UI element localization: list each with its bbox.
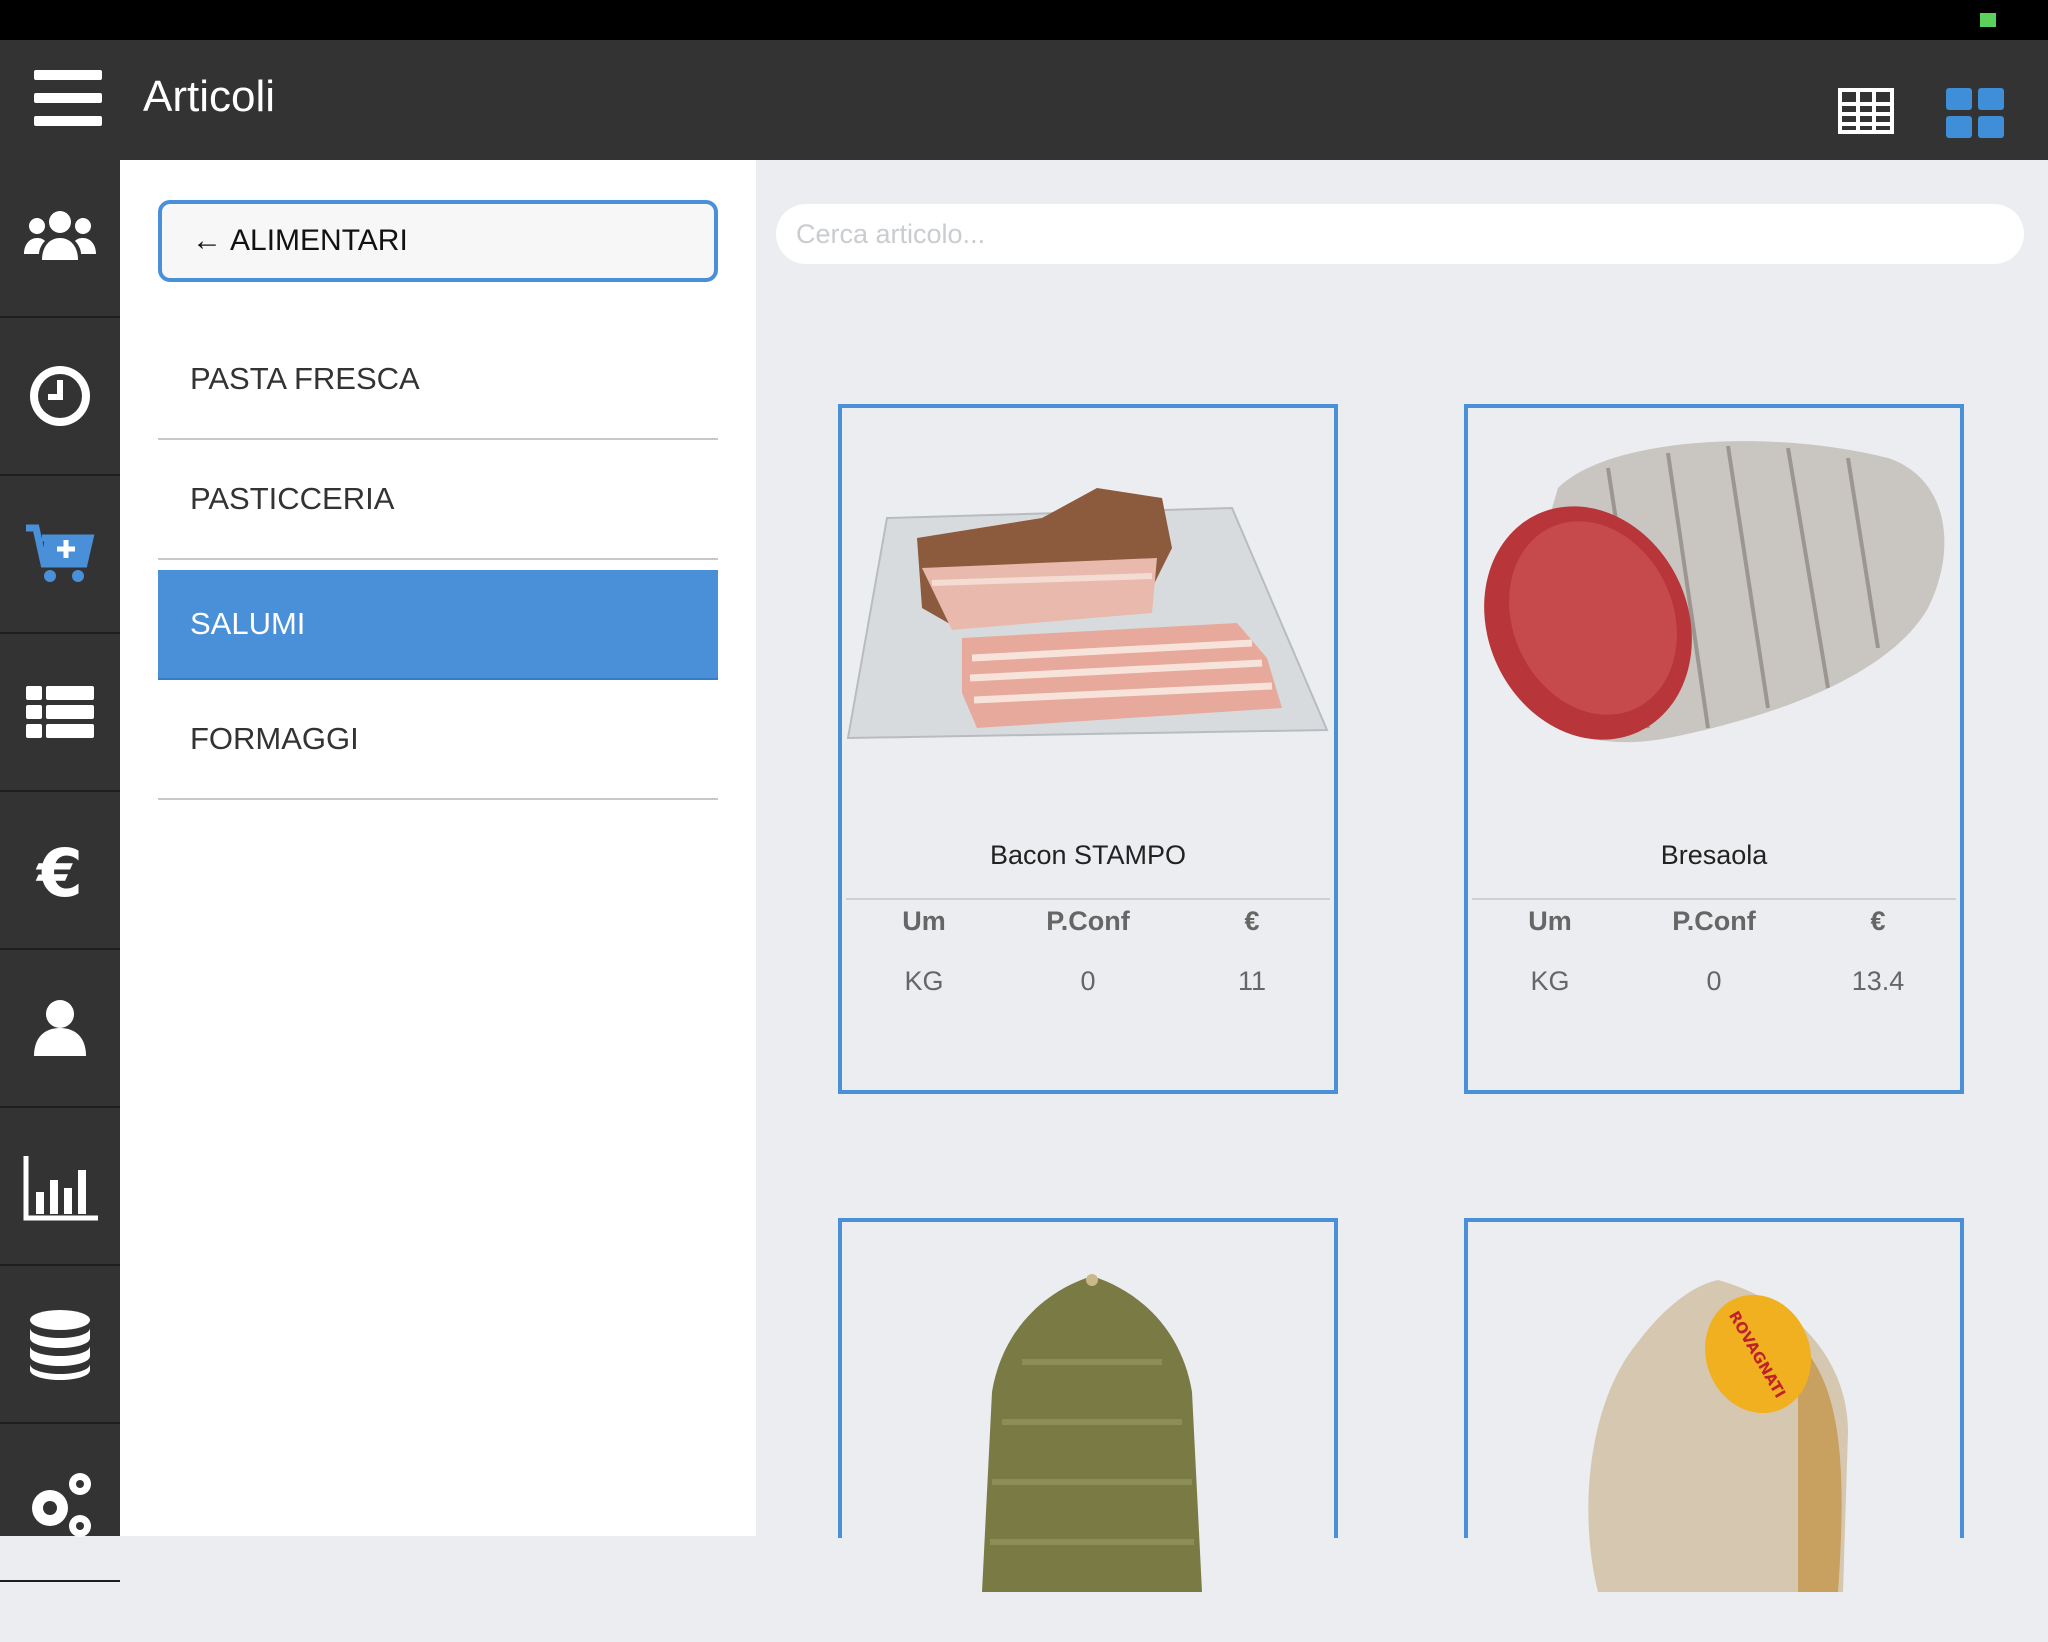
status-bar [0, 0, 2048, 40]
salame-image [982, 1274, 1202, 1592]
user-icon [34, 1000, 86, 1056]
product-card-bacon[interactable]: Bacon STAMPO Um P.Conf € KG 0 11 [838, 404, 1338, 1094]
category-panel: ← ALIMENTARI PASTA FRESCA PASTICCERIA SA… [120, 160, 756, 1536]
header-price: € [1244, 906, 1260, 936]
product-value-row: KG 0 13.4 [1468, 966, 1960, 997]
top-bar: Articoli [0, 40, 2048, 160]
rail-item-stats[interactable] [0, 1108, 120, 1266]
back-category-label: ALIMENTARI [230, 224, 408, 257]
header-um: Um [1528, 906, 1572, 936]
rail-item-settings[interactable] [0, 1424, 120, 1582]
rail-item-profile[interactable] [0, 950, 120, 1108]
product-card-bresaola[interactable]: Bresaola Um P.Conf € KG 0 13.4 [1464, 404, 1964, 1094]
product-header-row: Um P.Conf € [1468, 906, 1960, 937]
product-header-row: Um P.Conf € [842, 906, 1334, 937]
divider [846, 898, 1330, 900]
rail-item-history[interactable] [0, 318, 120, 476]
category-list: PASTA FRESCA PASTICCERIA SALUMI FORMAGGI [158, 320, 718, 800]
header-um: Um [902, 906, 946, 936]
grid-view-icon[interactable] [1946, 88, 2004, 138]
rail-item-payments[interactable]: € [0, 792, 120, 950]
header-pconf: P.Conf [1046, 906, 1130, 936]
header-pconf: P.Conf [1672, 906, 1756, 936]
product-name: Bresaola [1660, 840, 1768, 870]
category-item-formaggi[interactable]: FORMAGGI [158, 680, 718, 800]
search-input[interactable]: Cerca articolo... [776, 204, 2024, 264]
rail-item-list[interactable] [0, 634, 120, 792]
bresaola-image [1484, 441, 1945, 743]
cart-add-icon [26, 524, 95, 582]
euro-icon: € [35, 835, 83, 910]
svg-text:€: € [35, 835, 83, 910]
value-price: 13.4 [1851, 966, 1905, 996]
product-card-salame[interactable] [838, 1218, 1338, 1592]
page-title: Articoli [143, 72, 276, 121]
database-icon [30, 1310, 90, 1380]
product-name: Bacon STAMPO [989, 840, 1187, 870]
back-category-button[interactable]: ← ALIMENTARI [158, 200, 718, 282]
users-icon [24, 211, 96, 260]
table-view-icon[interactable] [1838, 88, 1894, 134]
value-um: KG [1530, 966, 1570, 996]
rail-item-new-order[interactable] [0, 476, 120, 634]
category-item-pasticceria[interactable]: PASTICCERIA [158, 440, 718, 560]
divider [1472, 898, 1956, 900]
value-price: 11 [1237, 966, 1267, 996]
value-um: KG [904, 966, 944, 996]
rail-item-customers[interactable] [0, 160, 120, 318]
bar-chart-icon [23, 1156, 98, 1221]
category-item-pasta-fresca[interactable]: PASTA FRESCA [158, 320, 718, 440]
category-item-salumi[interactable]: SALUMI [158, 570, 718, 680]
rail-item-database[interactable] [0, 1266, 120, 1424]
header-price: € [1870, 906, 1886, 936]
product-card-prosciutto[interactable]: ROVAGNATI [1464, 1218, 1964, 1592]
value-pconf: 0 [1080, 966, 1096, 996]
prosciutto-image: ROVAGNATI [1588, 1280, 1848, 1592]
side-rail: € [0, 160, 120, 1582]
product-value-row: KG 0 11 [842, 966, 1334, 997]
battery-icon [1980, 13, 1996, 27]
bacon-image [846, 488, 1329, 740]
value-pconf: 0 [1706, 966, 1722, 996]
list-icon [26, 686, 94, 738]
arrow-left-icon: ← [192, 224, 222, 257]
hamburger-icon[interactable] [34, 70, 102, 126]
settings-icon [32, 1473, 91, 1537]
clock-icon [30, 366, 90, 426]
